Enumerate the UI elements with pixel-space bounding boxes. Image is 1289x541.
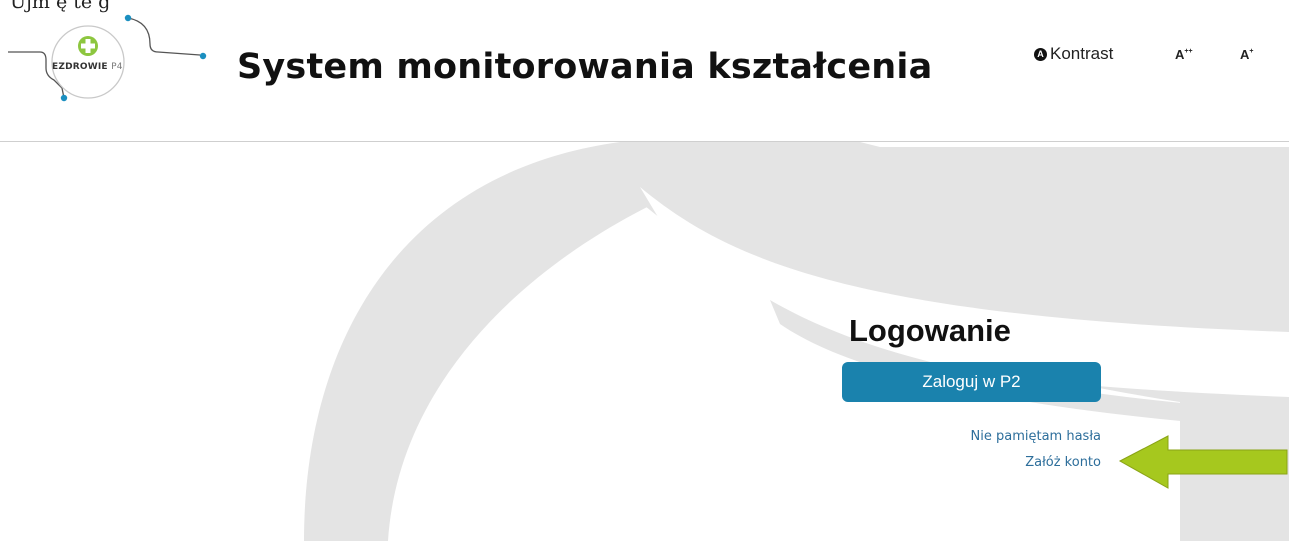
login-title: Logowanie (849, 313, 1011, 348)
logo-text-suffix: P4 (111, 62, 123, 72)
font-size-larger-button[interactable]: A++ (1175, 47, 1193, 62)
contrast-toggle[interactable]: A Kontrast (1034, 44, 1113, 64)
font-large-base: A (1240, 47, 1250, 62)
site-header: EZDROWIE P4 System monitorowania kształc… (0, 0, 1289, 142)
contrast-icon: A (1034, 47, 1047, 61)
register-link[interactable]: Załóż konto (1025, 455, 1101, 470)
page-title: System monitorowania kształcenia (237, 47, 933, 87)
login-p2-button[interactable]: Zaloguj w P2 (842, 362, 1101, 402)
font-larger-sup: ++ (1184, 48, 1193, 55)
forgot-password-link[interactable]: Nie pamiętam hasła (971, 429, 1101, 444)
font-larger-base: A (1175, 47, 1185, 62)
logo-text: EZDROWIE P4 (52, 62, 123, 72)
font-large-sup: + (1249, 48, 1254, 55)
contrast-label: Kontrast (1050, 44, 1114, 63)
background-watermark (304, 142, 1289, 541)
logo-text-main: EZDROWIE (52, 62, 108, 72)
left-arrow-icon (1118, 435, 1288, 489)
font-size-large-button[interactable]: A+ (1240, 47, 1253, 62)
plus-icon (78, 36, 98, 56)
